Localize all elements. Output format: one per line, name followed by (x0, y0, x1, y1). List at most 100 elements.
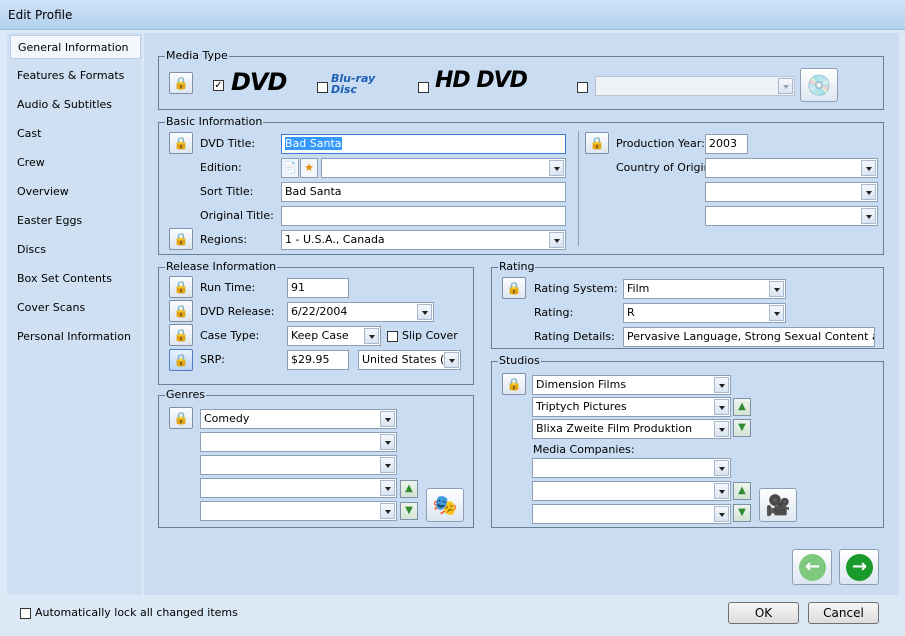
previous-button[interactable]: ← (792, 549, 832, 585)
media-type-group: Media Type 🔒 ✓ DVD Blu-ray Disc HD DVD 💿 (158, 49, 884, 110)
production-year-input[interactable]: 2003 (705, 134, 748, 154)
sidebar-item-general-information[interactable]: General Information (10, 35, 141, 59)
media-type-lock-button[interactable]: 🔒 (169, 72, 193, 94)
rating-system-select[interactable]: Film (623, 279, 786, 299)
chevron-down-icon (549, 232, 564, 248)
dvd-release-lock-button[interactable]: 🔒 (169, 300, 193, 322)
edition-doc-button[interactable]: 📄 (281, 158, 299, 178)
sidebar-item-discs[interactable]: Discs (10, 238, 141, 262)
next-button[interactable]: → (839, 549, 879, 585)
ok-button[interactable]: OK (728, 602, 799, 624)
chevron-down-icon (769, 305, 784, 321)
sort-title-input[interactable]: Bad Santa (281, 182, 566, 202)
edition-star-button[interactable]: ★ (300, 158, 318, 178)
run-time-lock-button[interactable]: 🔒 (169, 276, 193, 298)
chevron-down-icon (769, 281, 784, 297)
dvd-logo: DVD (231, 68, 287, 96)
media-company-select-2[interactable] (532, 481, 731, 501)
other-media-select[interactable] (595, 76, 795, 96)
rating-details-input[interactable]: Pervasive Language, Strong Sexual Conten… (623, 327, 875, 347)
production-year-lock-button[interactable]: 🔒 (585, 132, 609, 154)
studios-lock-button[interactable]: 🔒 (502, 373, 526, 395)
lock-icon: 🔒 (506, 377, 522, 391)
sidebar-item-features-formats[interactable]: Features & Formats (10, 64, 141, 88)
regions-lock-button[interactable]: 🔒 (169, 228, 193, 250)
media-type-title: Media Type (165, 49, 229, 62)
studio-select-1[interactable]: Dimension Films (532, 375, 731, 395)
genre-select-4[interactable] (200, 478, 397, 498)
media-company-move-up-button[interactable]: ▲ (733, 482, 751, 500)
run-time-input[interactable]: 91 (287, 278, 349, 298)
genres-lock-button[interactable]: 🔒 (169, 407, 193, 429)
studio-select-3[interactable]: Blixa Zweite Film Produktion (532, 419, 731, 439)
studio-move-down-button[interactable]: ▼ (733, 419, 751, 437)
original-title-input[interactable] (281, 206, 566, 226)
rating-select[interactable]: R (623, 303, 786, 323)
country-of-origin-select-3[interactable] (705, 206, 878, 226)
arrow-down-icon: ▼ (405, 505, 413, 516)
genre-move-up-button[interactable]: ▲ (400, 480, 418, 498)
genre-select-5[interactable] (200, 501, 397, 521)
srp-input[interactable]: $29.95 (287, 350, 349, 370)
sidebar-item-easter-eggs[interactable]: Easter Eggs (10, 209, 141, 233)
genre-select-3[interactable] (200, 455, 397, 475)
studios-edit-button[interactable]: 🎥 (759, 488, 797, 522)
movie-camera-icon: 🎥 (765, 493, 791, 517)
lock-icon: 🔒 (173, 411, 189, 425)
sidebar-item-personal-information[interactable]: Personal Information (10, 325, 141, 349)
lock-icon: 🔒 (173, 328, 189, 342)
media-company-select-1[interactable] (532, 458, 731, 478)
sidebar-item-cover-scans[interactable]: Cover Scans (10, 296, 141, 320)
srp-lock-button[interactable]: 🔒 (169, 349, 193, 371)
chevron-down-icon (380, 457, 395, 473)
dvd-checkbox[interactable]: ✓ (213, 80, 224, 91)
media-company-move-down-button[interactable]: ▼ (733, 504, 751, 522)
disc-edit-button[interactable]: 💿 (800, 68, 838, 102)
cancel-button[interactable]: Cancel (808, 602, 879, 624)
genre-select-2[interactable] (200, 432, 397, 452)
divider (578, 131, 579, 246)
run-time-label: Run Time: (200, 281, 256, 294)
dvd-title-input[interactable]: Bad Santa (281, 134, 566, 154)
slip-cover-checkbox[interactable] (387, 331, 398, 342)
rating-label: Rating: (534, 306, 574, 319)
country-of-origin-select-2[interactable] (705, 182, 878, 202)
studio-select-2[interactable]: Triptych Pictures (532, 397, 731, 417)
case-type-lock-button[interactable]: 🔒 (169, 324, 193, 346)
lock-icon: 🔒 (173, 232, 189, 246)
genre-select-1[interactable]: Comedy (200, 409, 397, 429)
lock-icon: 🔒 (173, 304, 189, 318)
sidebar-item-crew[interactable]: Crew (10, 151, 141, 175)
chevron-down-icon (714, 506, 729, 522)
auto-lock-label: Automatically lock all changed items (35, 606, 238, 619)
bluray-checkbox[interactable] (317, 82, 328, 93)
case-type-select[interactable]: Keep Case (287, 326, 381, 346)
rating-lock-button[interactable]: 🔒 (502, 277, 526, 299)
rating-title: Rating (498, 260, 536, 273)
release-information-group: Release Information 🔒 Run Time: 91 🔒 DVD… (158, 260, 474, 385)
hddvd-checkbox[interactable] (418, 82, 429, 93)
sidebar-item-cast[interactable]: Cast (10, 122, 141, 146)
chevron-down-icon (714, 421, 729, 437)
media-company-select-3[interactable] (532, 504, 731, 524)
chevron-down-icon (861, 208, 876, 224)
sidebar-item-audio-subtitles[interactable]: Audio & Subtitles (10, 93, 141, 117)
currency-select[interactable]: United States (Do (358, 350, 461, 370)
window-title: Edit Profile (8, 8, 73, 22)
auto-lock-checkbox[interactable] (20, 608, 31, 619)
other-media-checkbox[interactable] (577, 82, 588, 93)
genre-move-down-button[interactable]: ▼ (400, 502, 418, 520)
edition-select[interactable] (321, 158, 566, 178)
genres-edit-button[interactable]: 🎭 (426, 488, 464, 522)
regions-select[interactable]: 1 - U.S.A., Canada (281, 230, 566, 250)
document-icon: 📄 (283, 161, 297, 174)
dvd-release-date-picker[interactable]: 6/22/2004 (287, 302, 434, 322)
footer-bar: Automatically lock all changed items OK … (7, 597, 899, 630)
rating-details-label: Rating Details: (534, 330, 615, 343)
sidebar-item-overview[interactable]: Overview (10, 180, 141, 204)
country-of-origin-select-1[interactable] (705, 158, 878, 178)
dvd-title-lock-button[interactable]: 🔒 (169, 132, 193, 154)
lock-icon: 🔒 (173, 353, 189, 367)
sidebar-item-box-set-contents[interactable]: Box Set Contents (10, 267, 141, 291)
studio-move-up-button[interactable]: ▲ (733, 398, 751, 416)
